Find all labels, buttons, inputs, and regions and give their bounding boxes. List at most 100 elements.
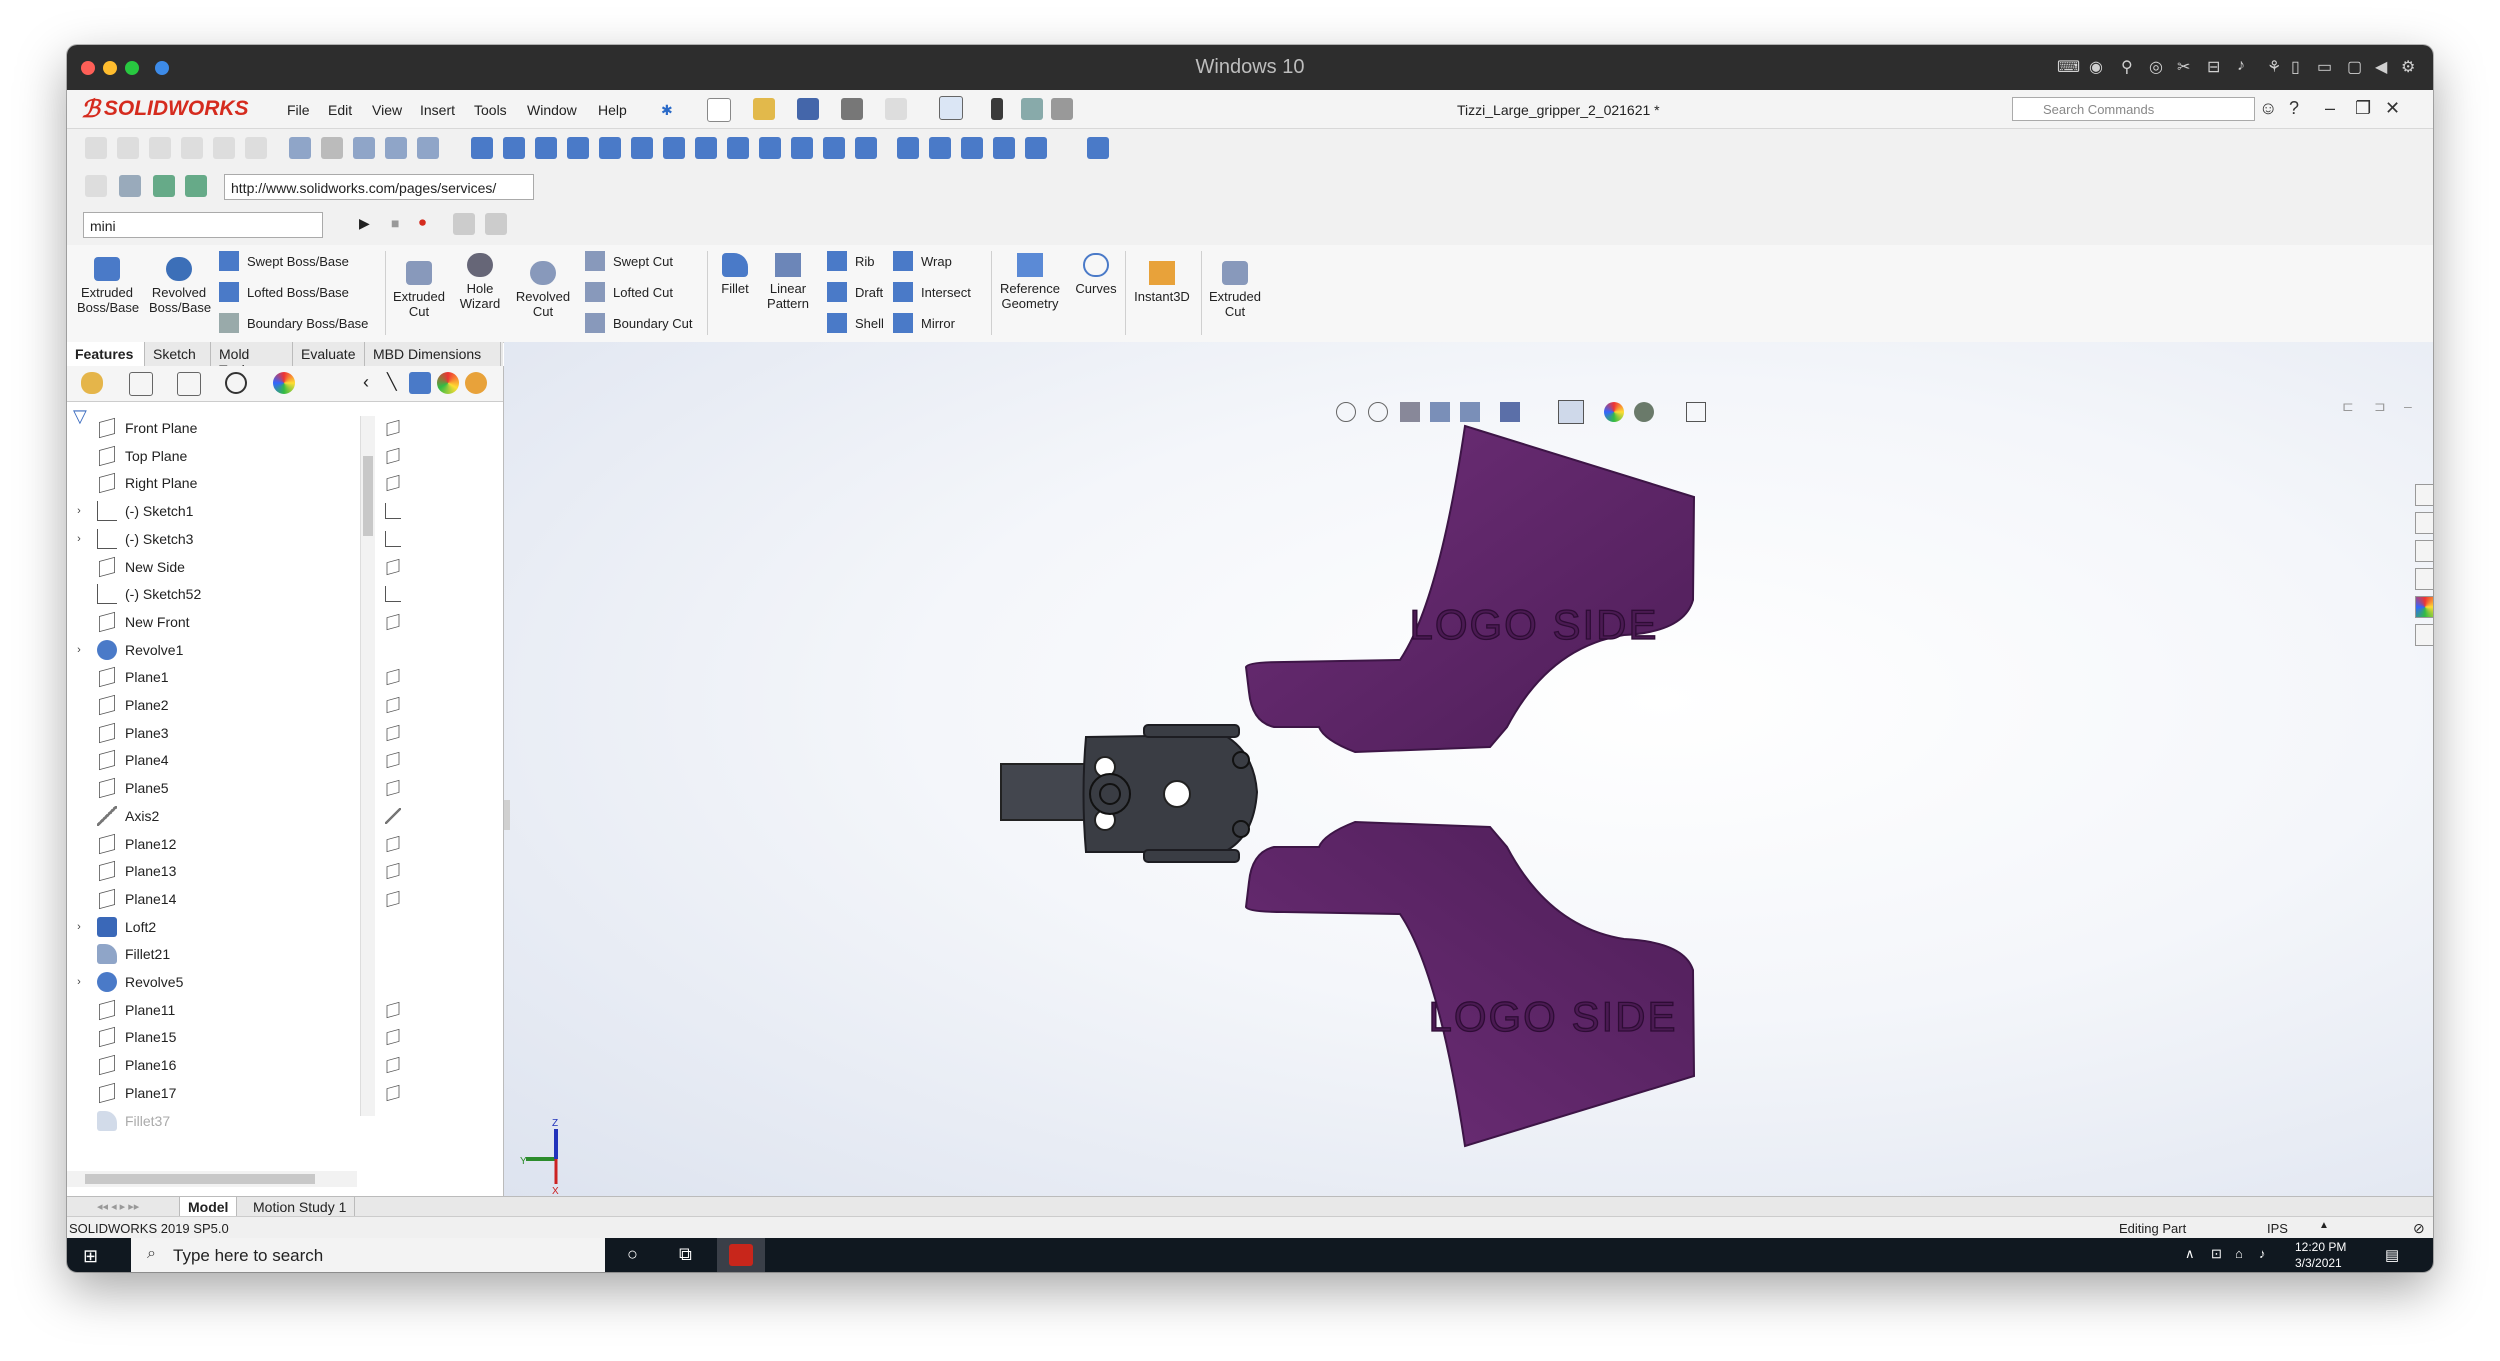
extruded-boss-button[interactable]: Extruded Boss/Base xyxy=(77,257,139,315)
hscroll-thumb[interactable] xyxy=(85,1174,315,1184)
swept-cut-button[interactable]: Swept Cut xyxy=(585,251,673,271)
tb-icon-27[interactable] xyxy=(961,137,983,159)
play-icon[interactable]: ▶ xyxy=(359,215,370,232)
tb-icon-19[interactable] xyxy=(695,137,717,159)
customize-status-icon[interactable]: ⊘ xyxy=(2413,1220,2425,1237)
help-icon[interactable]: ? xyxy=(2289,98,2299,119)
menu-file[interactable]: File xyxy=(287,102,310,118)
menu-window[interactable]: Window xyxy=(527,102,577,118)
tb-icon-22[interactable] xyxy=(791,137,813,159)
options-gear-icon[interactable] xyxy=(1051,98,1073,120)
graphics-area[interactable]: ⊏ ⊐ – ❐ xyxy=(504,342,2433,1196)
tb-icon-21[interactable] xyxy=(759,137,781,159)
new-document-icon[interactable] xyxy=(707,98,731,122)
macro-edit-icon[interactable] xyxy=(453,213,475,235)
tray-network-icon[interactable]: ⊡ xyxy=(2211,1246,2222,1262)
expand-arrow-icon[interactable]: › xyxy=(71,976,87,988)
tb-icon-29[interactable] xyxy=(1025,137,1047,159)
task-view-icon[interactable]: ⧉ xyxy=(679,1244,692,1265)
web-page-icon[interactable] xyxy=(85,175,107,197)
tray-wifi-icon[interactable]: ⌂ xyxy=(2235,1246,2243,1261)
tree-item[interactable]: Plane1 xyxy=(67,665,169,689)
phone-icon[interactable]: ▯ xyxy=(2291,57,2300,77)
web-doc-icon[interactable] xyxy=(119,175,141,197)
tree-item[interactable]: › Revolve5 xyxy=(67,970,183,994)
tab-model[interactable]: Model xyxy=(179,1197,238,1217)
tb-icon-20[interactable] xyxy=(727,137,749,159)
search-commands-input[interactable]: Search Commands xyxy=(2012,97,2255,121)
solidworks-taskbar-button[interactable] xyxy=(717,1238,765,1272)
extruded-cut-button[interactable]: Extruded Cut xyxy=(389,261,449,319)
windows-start-icon[interactable]: ⊞ xyxy=(83,1246,98,1267)
units-arrow-icon[interactable]: ▲ xyxy=(2319,1220,2329,1231)
configuration-manager-icon[interactable] xyxy=(177,372,201,396)
secondary-plane-icon[interactable] xyxy=(386,475,400,492)
tools-icon[interactable]: ✂ xyxy=(2177,57,2190,77)
tb-icon-6[interactable] xyxy=(245,137,267,159)
tree-item[interactable]: New Front xyxy=(67,610,190,634)
view-cube-icon[interactable] xyxy=(409,372,431,394)
tab-motion-study-1[interactable]: Motion Study 1 xyxy=(245,1197,356,1217)
tb-icon-15[interactable] xyxy=(567,137,589,159)
tb-icon-10[interactable] xyxy=(385,137,407,159)
tab-sketch[interactable]: Sketch xyxy=(145,342,211,366)
menu-tools[interactable]: Tools xyxy=(474,102,507,118)
tb-icon-16[interactable] xyxy=(599,137,621,159)
back-icon[interactable]: ◀ xyxy=(2375,57,2387,77)
rebuild-icon[interactable] xyxy=(991,98,1003,120)
tree-item[interactable]: (-) Sketch52 xyxy=(67,582,201,606)
tab-mbd-dimensions[interactable]: MBD Dimensions xyxy=(365,342,501,366)
draft-button[interactable]: Draft xyxy=(827,282,883,302)
tree-item[interactable]: Plane15 xyxy=(67,1025,176,1049)
restore-icon[interactable]: ❐ xyxy=(2355,98,2371,119)
file-properties-icon[interactable] xyxy=(1021,98,1043,120)
units-selector[interactable]: IPS xyxy=(2267,1221,2288,1236)
secondary-plane-icon[interactable] xyxy=(386,1056,400,1074)
minimize-icon[interactable]: – xyxy=(2325,98,2335,119)
secondary-plane-icon[interactable] xyxy=(386,613,400,631)
usb-icon[interactable]: ⚲ xyxy=(2121,57,2133,77)
web-stop-icon[interactable] xyxy=(185,175,207,197)
instant3d-button[interactable]: Instant3D xyxy=(1129,261,1195,304)
lower-finger[interactable] xyxy=(1244,820,1696,1148)
menu-edit[interactable]: Edit xyxy=(328,102,352,118)
3d-model-view[interactable]: LOGO SIDE LOGO SIDE Y Z X xyxy=(504,342,2433,1196)
secondary-plane-icon[interactable] xyxy=(386,696,400,714)
secondary-plane-icon[interactable] xyxy=(386,1084,400,1101)
tree-item[interactable]: Plane17 xyxy=(67,1081,176,1105)
tree-item[interactable]: New Side xyxy=(67,555,185,579)
expand-arrow-icon[interactable]: › xyxy=(71,921,87,933)
reference-geometry-button[interactable]: Reference Geometry xyxy=(995,253,1065,311)
secondary-plane-icon[interactable] xyxy=(386,669,400,686)
tab-features[interactable]: Features xyxy=(67,342,145,366)
fillet-button[interactable]: Fillet xyxy=(715,253,755,296)
tb-icon-24[interactable] xyxy=(855,137,877,159)
tb-icon-7[interactable] xyxy=(289,137,311,159)
secondary-sketch-icon[interactable] xyxy=(385,503,401,520)
save-icon[interactable] xyxy=(797,98,819,120)
servo-shaft[interactable] xyxy=(1000,763,1088,821)
tree-item[interactable]: Plane12 xyxy=(67,832,176,856)
swept-boss-button[interactable]: Swept Boss/Base xyxy=(219,251,349,271)
tb-icon-11[interactable] xyxy=(417,137,439,159)
print-icon[interactable] xyxy=(841,98,863,120)
mirror-button[interactable]: Mirror xyxy=(893,313,955,333)
tab-evaluate[interactable]: Evaluate xyxy=(293,342,365,366)
tree-item[interactable]: Plane5 xyxy=(67,776,169,800)
tray-volume-icon[interactable]: ♪ xyxy=(2259,1246,2266,1261)
tree-item[interactable]: › (-) Sketch3 xyxy=(67,527,193,551)
feature-manager-icon[interactable] xyxy=(81,372,103,394)
clock-date[interactable]: 3/3/2021 xyxy=(2295,1256,2342,1270)
tb-icon-26[interactable] xyxy=(929,137,951,159)
expand-arrow-icon[interactable]: › xyxy=(71,644,87,656)
menu-view[interactable]: View xyxy=(372,102,402,118)
window-icon[interactable]: ▢ xyxy=(2347,57,2362,77)
secondary-plane-icon[interactable] xyxy=(386,752,400,769)
secondary-sketch-icon[interactable] xyxy=(385,530,401,547)
scene-icon[interactable] xyxy=(465,372,487,394)
tree-vertical-scrollbar[interactable] xyxy=(360,416,375,1116)
upper-finger[interactable] xyxy=(1244,424,1696,754)
keyboard-icon[interactable]: ⌨ xyxy=(2057,57,2080,77)
user-icon[interactable]: ☺ xyxy=(2259,98,2277,119)
tree-item[interactable]: › Revolve1 xyxy=(67,638,183,662)
